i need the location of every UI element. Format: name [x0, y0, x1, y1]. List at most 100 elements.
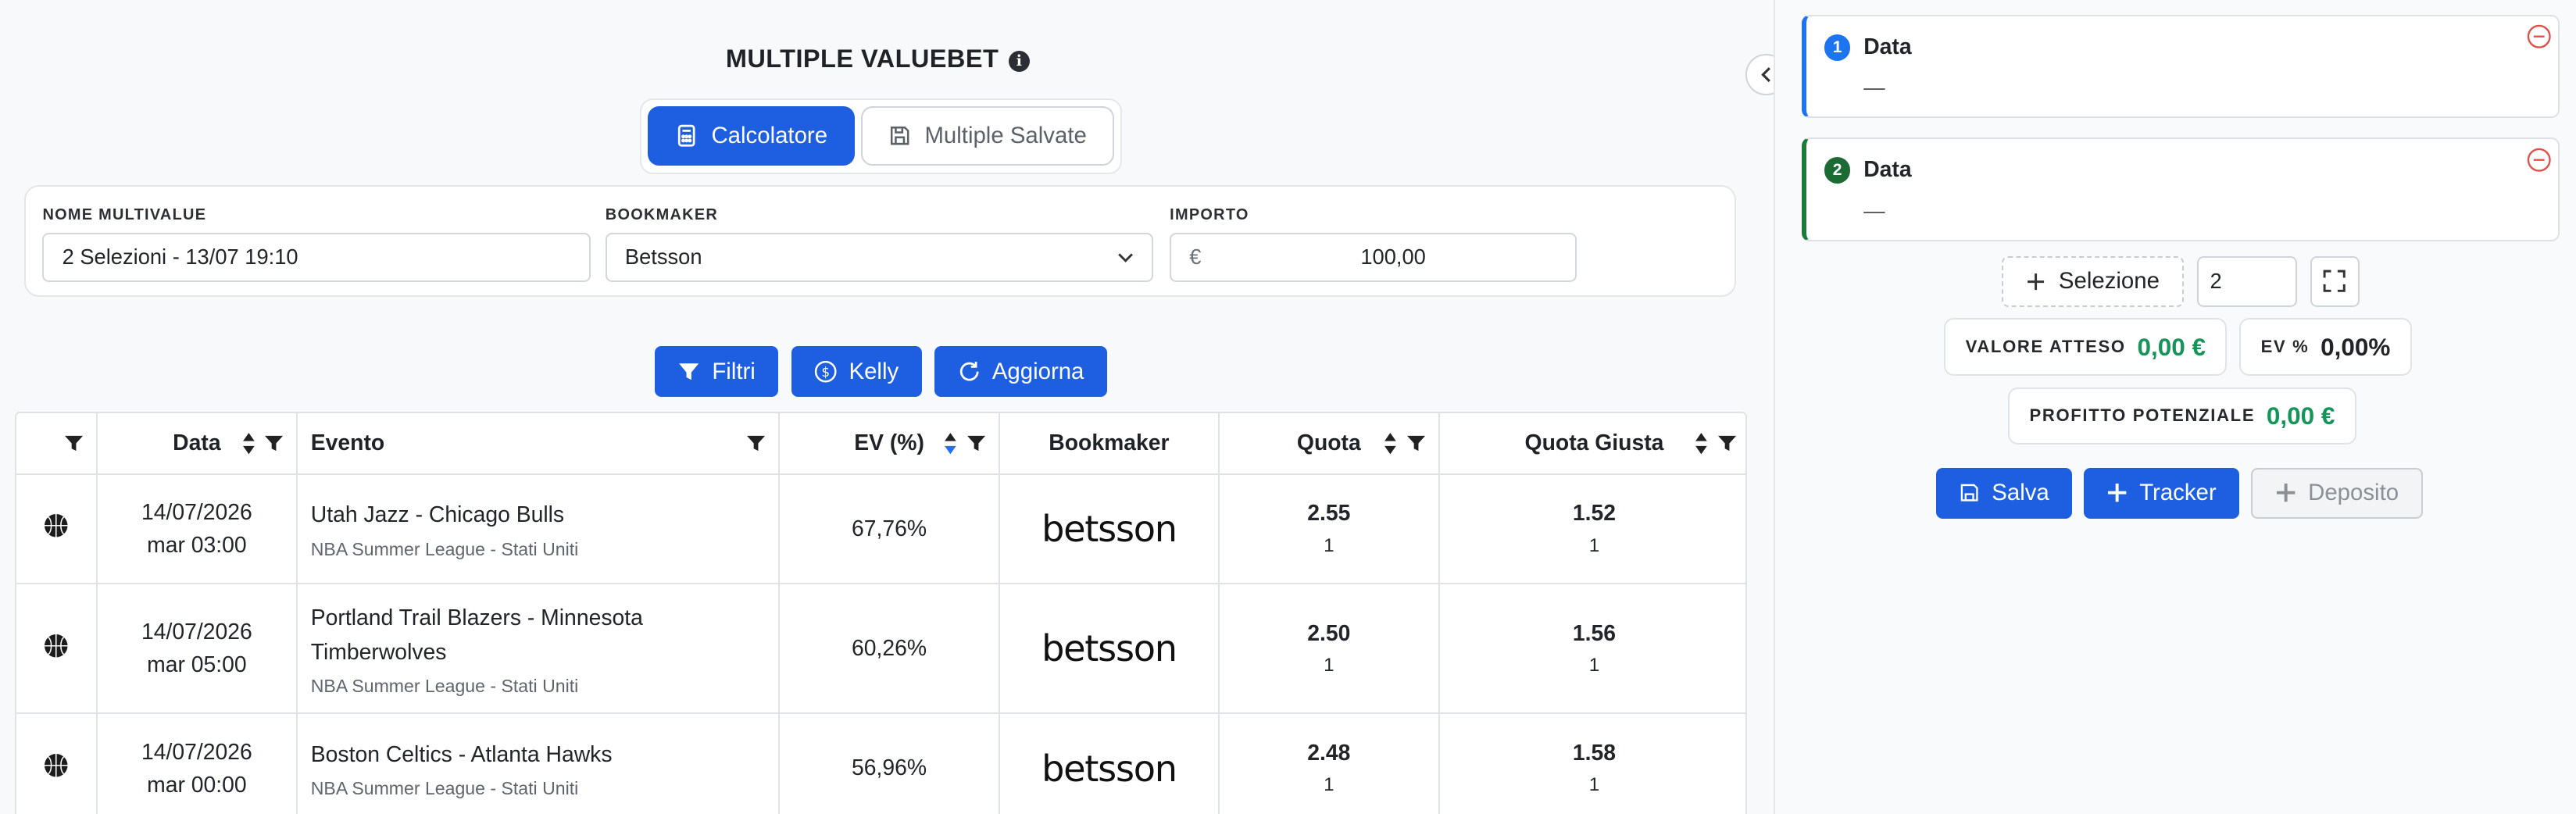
fair-odd-cell: 1.56 1	[1438, 584, 1746, 715]
col-odd[interactable]: Quota	[1219, 413, 1440, 475]
save-icon	[891, 127, 909, 145]
filter-icon[interactable]	[747, 434, 766, 452]
selection-value: —	[1863, 198, 1885, 223]
date-cell: 14/07/2026 mar 05:00	[96, 584, 298, 715]
valuebet-table: Data Evento EV (%) Bookmaker Quota Quota…	[14, 412, 1748, 814]
event-name: Boston Celtics - Atlanta Hawks	[310, 741, 613, 767]
fair-odd-selection: 1	[1588, 774, 1600, 796]
selection-number: 2	[1824, 157, 1851, 184]
amount-field-group: IMPORTO € 100,00	[1170, 206, 1577, 282]
tracker-button[interactable]: Tracker	[2083, 467, 2240, 519]
ev-cell: 60,26%	[779, 584, 1000, 715]
bookmaker-cell: betsson	[999, 473, 1220, 585]
fair-odd-value: 1.56	[1572, 620, 1617, 646]
expected-value-label: VALORE ATTESO	[1965, 337, 2126, 357]
col-fair-odd[interactable]: Quota Giusta	[1438, 413, 1746, 475]
remove-circle-icon[interactable]	[2527, 24, 2551, 49]
tracker-label: Tracker	[2139, 480, 2217, 506]
sort-icon[interactable]	[1384, 431, 1397, 455]
col-event[interactable]: Evento	[296, 413, 781, 475]
main-panel: MULTIPLE VALUEBET i Calcolatore Multiple …	[0, 0, 1772, 814]
tab-bar: Calcolatore Multiple Salvate	[639, 98, 1123, 174]
expected-value-stat: VALORE ATTESO 0,00 €	[1944, 318, 2228, 376]
bookmaker-cell: betsson	[999, 713, 1220, 814]
date-cell: 14/07/2026 mar 00:00	[96, 713, 298, 814]
add-selection-label: Selezione	[2058, 268, 2160, 295]
name-input[interactable]: 2 Selezioni - 13/07 19:10	[42, 232, 591, 282]
betsson-logo: betsson	[1041, 747, 1177, 790]
remove-circle-icon[interactable]	[2527, 148, 2551, 172]
bookmaker-select[interactable]: Betsson	[605, 232, 1154, 282]
amount-input[interactable]: € 100,00	[1170, 232, 1577, 282]
fair-odd-selection: 1	[1588, 655, 1600, 677]
time-value: mar 00:00	[147, 772, 247, 798]
tab-calculator-label: Calcolatore	[711, 123, 828, 149]
deposit-label: Deposito	[2308, 480, 2399, 506]
event-cell[interactable]: Utah Jazz - Chicago Bulls NBA Summer Leag…	[296, 473, 781, 585]
info-icon[interactable]: i	[1008, 50, 1031, 72]
table-row[interactable]: 14/07/2026 mar 00:00 Boston Celtics - Atl…	[16, 713, 1746, 814]
event-cell[interactable]: Portland Trail Blazers - Minnesota Timbe…	[296, 584, 781, 715]
bookmaker-cell: betsson	[999, 584, 1220, 715]
filter-icon[interactable]	[1406, 434, 1425, 452]
date-value: 14/07/2026	[141, 619, 252, 645]
odd-cell: 2.50 1	[1219, 584, 1440, 715]
basketball-icon	[45, 634, 68, 658]
tab-calculator[interactable]: Calcolatore	[648, 106, 855, 166]
plus-icon	[2028, 273, 2045, 290]
tab-saved-multiples[interactable]: Multiple Salvate	[861, 106, 1114, 166]
time-value: mar 05:00	[147, 652, 247, 678]
sort-icon[interactable]	[1695, 431, 1708, 455]
sort-icon[interactable]	[242, 431, 255, 455]
date-value: 14/07/2026	[141, 739, 252, 765]
name-field-group: NOME MULTIVALUE 2 Selezioni - 13/07 19:1…	[42, 206, 591, 282]
col-bookmaker-label: Bookmaker	[1049, 430, 1170, 455]
deposit-button[interactable]: Deposito	[2250, 467, 2424, 519]
odd-cell: 2.48 1	[1219, 713, 1440, 814]
refresh-label: Aggiorna	[991, 358, 1084, 384]
fullscreen-button[interactable]	[2310, 255, 2360, 307]
amount-label: IMPORTO	[1170, 206, 1249, 224]
expected-value: 0,00 €	[2137, 332, 2206, 361]
filter-icon[interactable]	[966, 434, 985, 452]
save-icon	[1961, 484, 1978, 502]
filter-icon[interactable]	[64, 434, 83, 452]
page-title: MULTIPLE VALUEBET i	[0, 45, 1756, 73]
event-league: NBA Summer League - Stati Uniti	[310, 778, 579, 799]
date-value: 14/07/2026	[141, 500, 252, 526]
sort-desc-icon[interactable]	[944, 431, 957, 455]
event-name: Portland Trail Blazers - Minnesota Timbe…	[310, 605, 643, 665]
filters-label: Filtri	[712, 358, 756, 384]
profit-value: 0,00 €	[2266, 401, 2335, 430]
bookmaker-label: BOOKMAKER	[605, 206, 719, 224]
col-odd-label: Quota	[1296, 430, 1361, 455]
sport-cell	[16, 713, 98, 814]
refresh-button[interactable]: Aggiorna	[934, 346, 1107, 398]
action-bar: Filtri $ Kelly Aggiorna	[654, 346, 1107, 398]
profit-label: PROFITTO POTENZIALE	[2029, 405, 2256, 426]
table-row[interactable]: 14/07/2026 mar 03:00 Utah Jazz - Chicago …	[16, 473, 1746, 585]
plus-icon	[2277, 484, 2296, 502]
ev-percent-label: EV %	[2260, 337, 2310, 357]
table-row[interactable]: 14/07/2026 mar 05:00 Portland Trail Blaze…	[16, 584, 1746, 715]
selection-title: Data	[1863, 34, 1912, 59]
col-date[interactable]: Data	[96, 413, 298, 475]
ev-percent-stat: EV % 0,00%	[2239, 318, 2412, 376]
odd-cell: 2.55 1	[1219, 473, 1440, 585]
filter-icon[interactable]	[1717, 434, 1736, 452]
filter-icon[interactable]	[265, 434, 284, 452]
selection-count-input[interactable]: 2	[2196, 255, 2297, 307]
event-cell[interactable]: Boston Celtics - Atlanta Hawks NBA Summer…	[296, 713, 781, 814]
add-selection-button[interactable]: Selezione	[2001, 255, 2184, 307]
odd-selection: 1	[1324, 655, 1334, 677]
save-button[interactable]: Salva	[1935, 467, 2073, 519]
event-league: NBA Summer League - Stati Uniti	[310, 676, 579, 697]
fair-odd-value: 1.52	[1572, 501, 1617, 527]
kelly-button[interactable]: $ Kelly	[791, 346, 922, 398]
filters-button[interactable]: Filtri	[654, 346, 779, 398]
col-ev[interactable]: EV (%)	[779, 413, 1000, 475]
multivalue-form: NOME MULTIVALUE 2 Selezioni - 13/07 19:1…	[24, 185, 1736, 298]
odd-selection: 1	[1324, 774, 1334, 796]
table-header-row: Data Evento EV (%) Bookmaker Quota Quota…	[16, 413, 1746, 475]
currency-symbol: €	[1189, 245, 1202, 270]
